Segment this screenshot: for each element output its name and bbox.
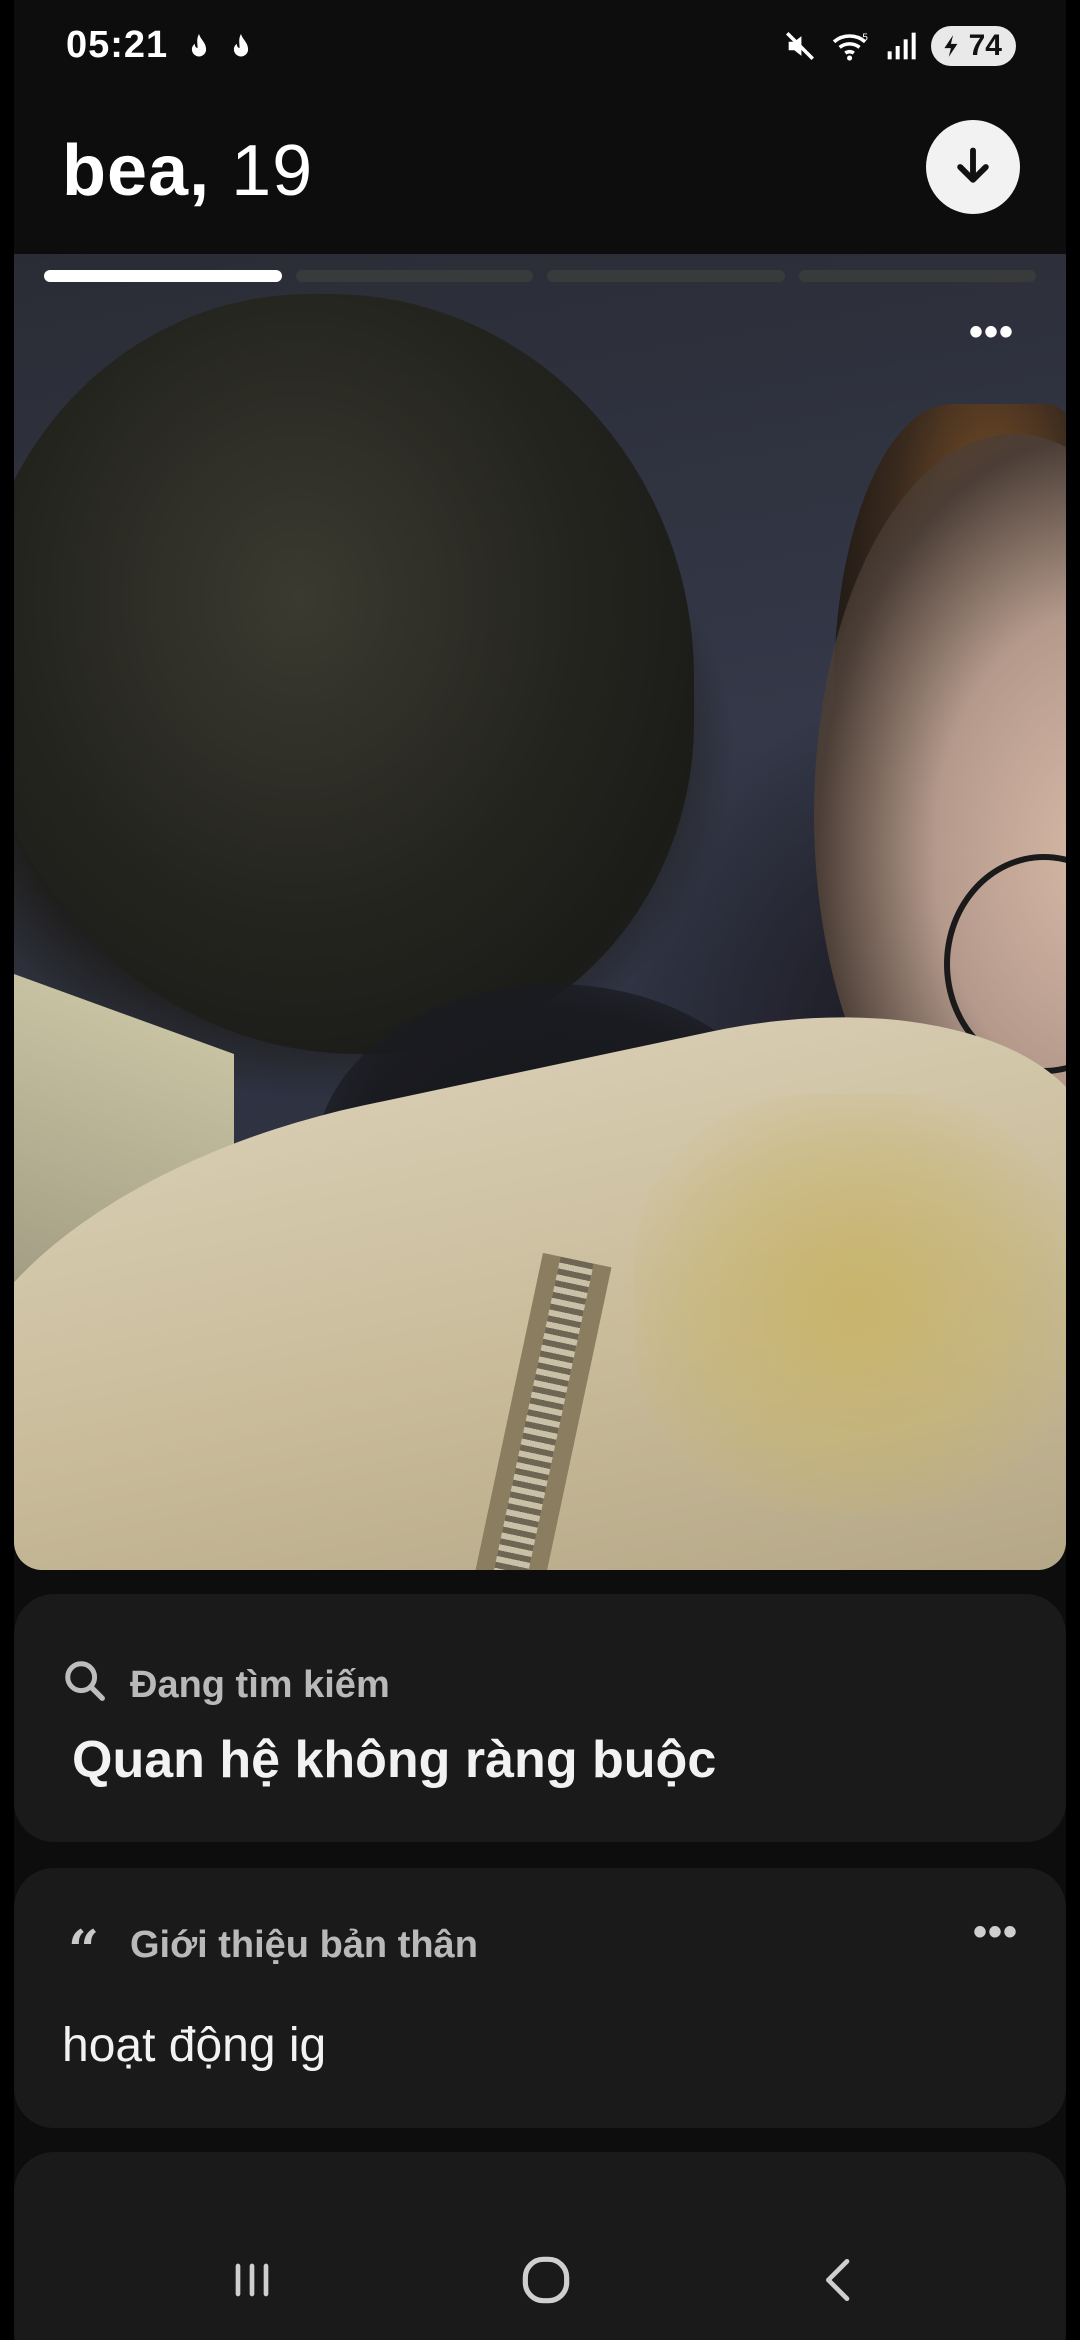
system-navigation-bar (0, 2210, 1080, 2340)
profile-header: bea, 19 (14, 100, 1066, 250)
about-me-value: hoạt động ig (62, 2019, 327, 2072)
photo-progress-segment[interactable] (295, 270, 533, 282)
back-icon (826, 2259, 850, 2301)
status-icons: 5 74 (783, 26, 1016, 66)
photo-more-options-button[interactable]: ••• (969, 310, 1014, 355)
photo-tree (14, 294, 694, 1054)
photo-progress-indicator (44, 270, 1036, 282)
photo-progress-segment[interactable] (547, 270, 785, 282)
arrow-down-icon (957, 147, 989, 183)
battery-icon: 74 (930, 26, 1016, 66)
flame-icon (233, 33, 249, 57)
recent-apps-button[interactable] (212, 2240, 292, 2320)
profile-name: bea, (62, 131, 211, 211)
charging-icon (944, 35, 958, 57)
about-me-label: Giới thiệu bản thân (130, 1924, 478, 1966)
signal-icon (887, 32, 916, 60)
photo-jacket-shade (634, 1094, 1066, 1514)
svg-text:5: 5 (862, 32, 868, 43)
wifi-icon: 5 (832, 32, 868, 61)
looking-for-value: Quan hệ không ràng buộc (72, 1731, 717, 1789)
about-more-options-button[interactable]: ••• (973, 1910, 1018, 1955)
app-screen: 05:21 5 74 bea, 19 ••• Đang tìm kiếm Qua… (14, 0, 1066, 2340)
looking-for-card: Đang tìm kiếm Quan hệ không ràng buộc (14, 1594, 1066, 1842)
home-button[interactable] (506, 2240, 586, 2320)
status-bar: 05:21 5 74 (14, 0, 1066, 100)
profile-age: 19 (231, 131, 314, 211)
photo-progress-segment[interactable] (44, 270, 282, 282)
flame-icon (191, 33, 207, 57)
download-button[interactable] (926, 120, 1020, 214)
profile-photo[interactable]: ••• (14, 254, 1066, 1570)
status-time: 05:21 (66, 24, 169, 66)
home-icon (522, 2256, 570, 2304)
quote-icon: “ (68, 1918, 100, 1982)
looking-for-label: Đang tìm kiếm (130, 1664, 390, 1706)
profile-name-age: bea, 19 (62, 130, 313, 212)
back-button[interactable] (800, 2240, 880, 2320)
photo-progress-segment[interactable] (798, 270, 1036, 282)
about-me-card: “ Giới thiệu bản thân ••• hoạt động ig (14, 1868, 1066, 2128)
search-icon (65, 1661, 105, 1701)
mute-icon (785, 31, 814, 61)
battery-level: 74 (968, 29, 1002, 62)
recent-apps-icon (235, 2263, 269, 2297)
